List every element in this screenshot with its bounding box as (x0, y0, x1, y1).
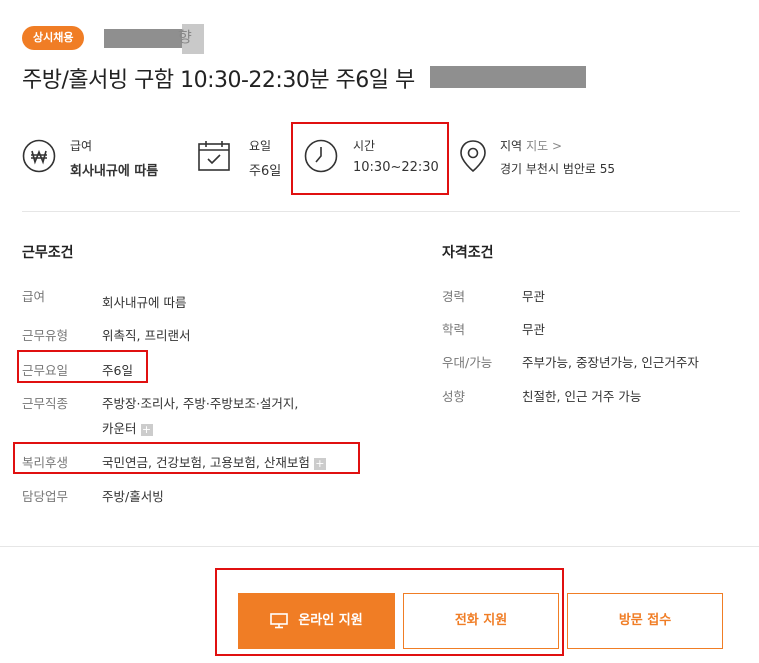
work-job-value-cont: 카운터 + (102, 418, 153, 437)
duty-label: 담당업무 (22, 489, 69, 504)
personality-label: 성향 (442, 389, 466, 404)
highlight-time-box (291, 122, 449, 195)
summary-location: 지역 지도 > 경기 부천시 범안로 55 (456, 125, 656, 185)
salary-label: 급여 (70, 139, 93, 153)
work-job-value: 주방장·조리사, 주방·주방보조·설거지, (102, 396, 299, 411)
calendar-icon (198, 141, 230, 171)
experience-label: 경력 (442, 289, 466, 304)
duty-value: 주방/홀서빙 (102, 489, 164, 504)
highlight-apply-buttons (215, 568, 564, 656)
expand-plus-icon[interactable]: + (140, 423, 153, 436)
location-value: 경기 부천시 범안로 55 (500, 162, 616, 176)
visit-apply-button[interactable]: 방문 접수 (567, 593, 723, 649)
salary-value: 회사내규에 따름 (70, 164, 159, 179)
work-type-value: 위촉직, 프리랜서 (102, 328, 191, 343)
work-salary-label: 급여 (22, 289, 46, 304)
hiring-type-badge: 상시채용 (22, 26, 85, 50)
bottom-divider (0, 546, 759, 547)
education-value: 무관 (522, 322, 546, 337)
highlight-benefits (13, 442, 360, 474)
redacted-title-part (430, 66, 586, 88)
days-value: 주6일 (249, 164, 282, 179)
location-label: 지역 지도 > (500, 137, 562, 154)
work-salary-value: 회사내규에 따름 (102, 295, 187, 310)
location-label-text: 지역 (500, 139, 523, 153)
map-link[interactable]: 지도 > (526, 139, 562, 153)
work-job-label: 근무직종 (22, 396, 69, 411)
work-job-value-2: 카운터 (102, 421, 137, 436)
qualifications-title: 자격조건 (442, 245, 494, 261)
company-name-suffix: 향 (178, 28, 192, 46)
job-title: 주방/홀서빙 구함 10:30-22:30분 주6일 부 (22, 68, 415, 93)
summary-salary: 급여 회사내규에 따름 (22, 125, 192, 185)
location-icon (460, 140, 486, 173)
work-conditions-title: 근무조건 (22, 245, 74, 261)
experience-value: 무관 (522, 289, 546, 304)
days-label: 요일 (249, 139, 272, 153)
personality-value: 친절한, 인근 거주 가능 (522, 389, 642, 404)
redacted-company-name (104, 29, 182, 48)
won-icon (22, 139, 56, 173)
education-label: 학력 (442, 322, 466, 337)
preferred-value: 주부가능, 중장년가능, 인근거주자 (522, 355, 699, 370)
work-type-label: 근무유형 (22, 328, 69, 343)
preferred-label: 우대/가능 (442, 355, 493, 370)
summary-days: 요일 주6일 (197, 125, 287, 185)
section-divider (22, 211, 740, 212)
highlight-work-days (17, 350, 148, 383)
